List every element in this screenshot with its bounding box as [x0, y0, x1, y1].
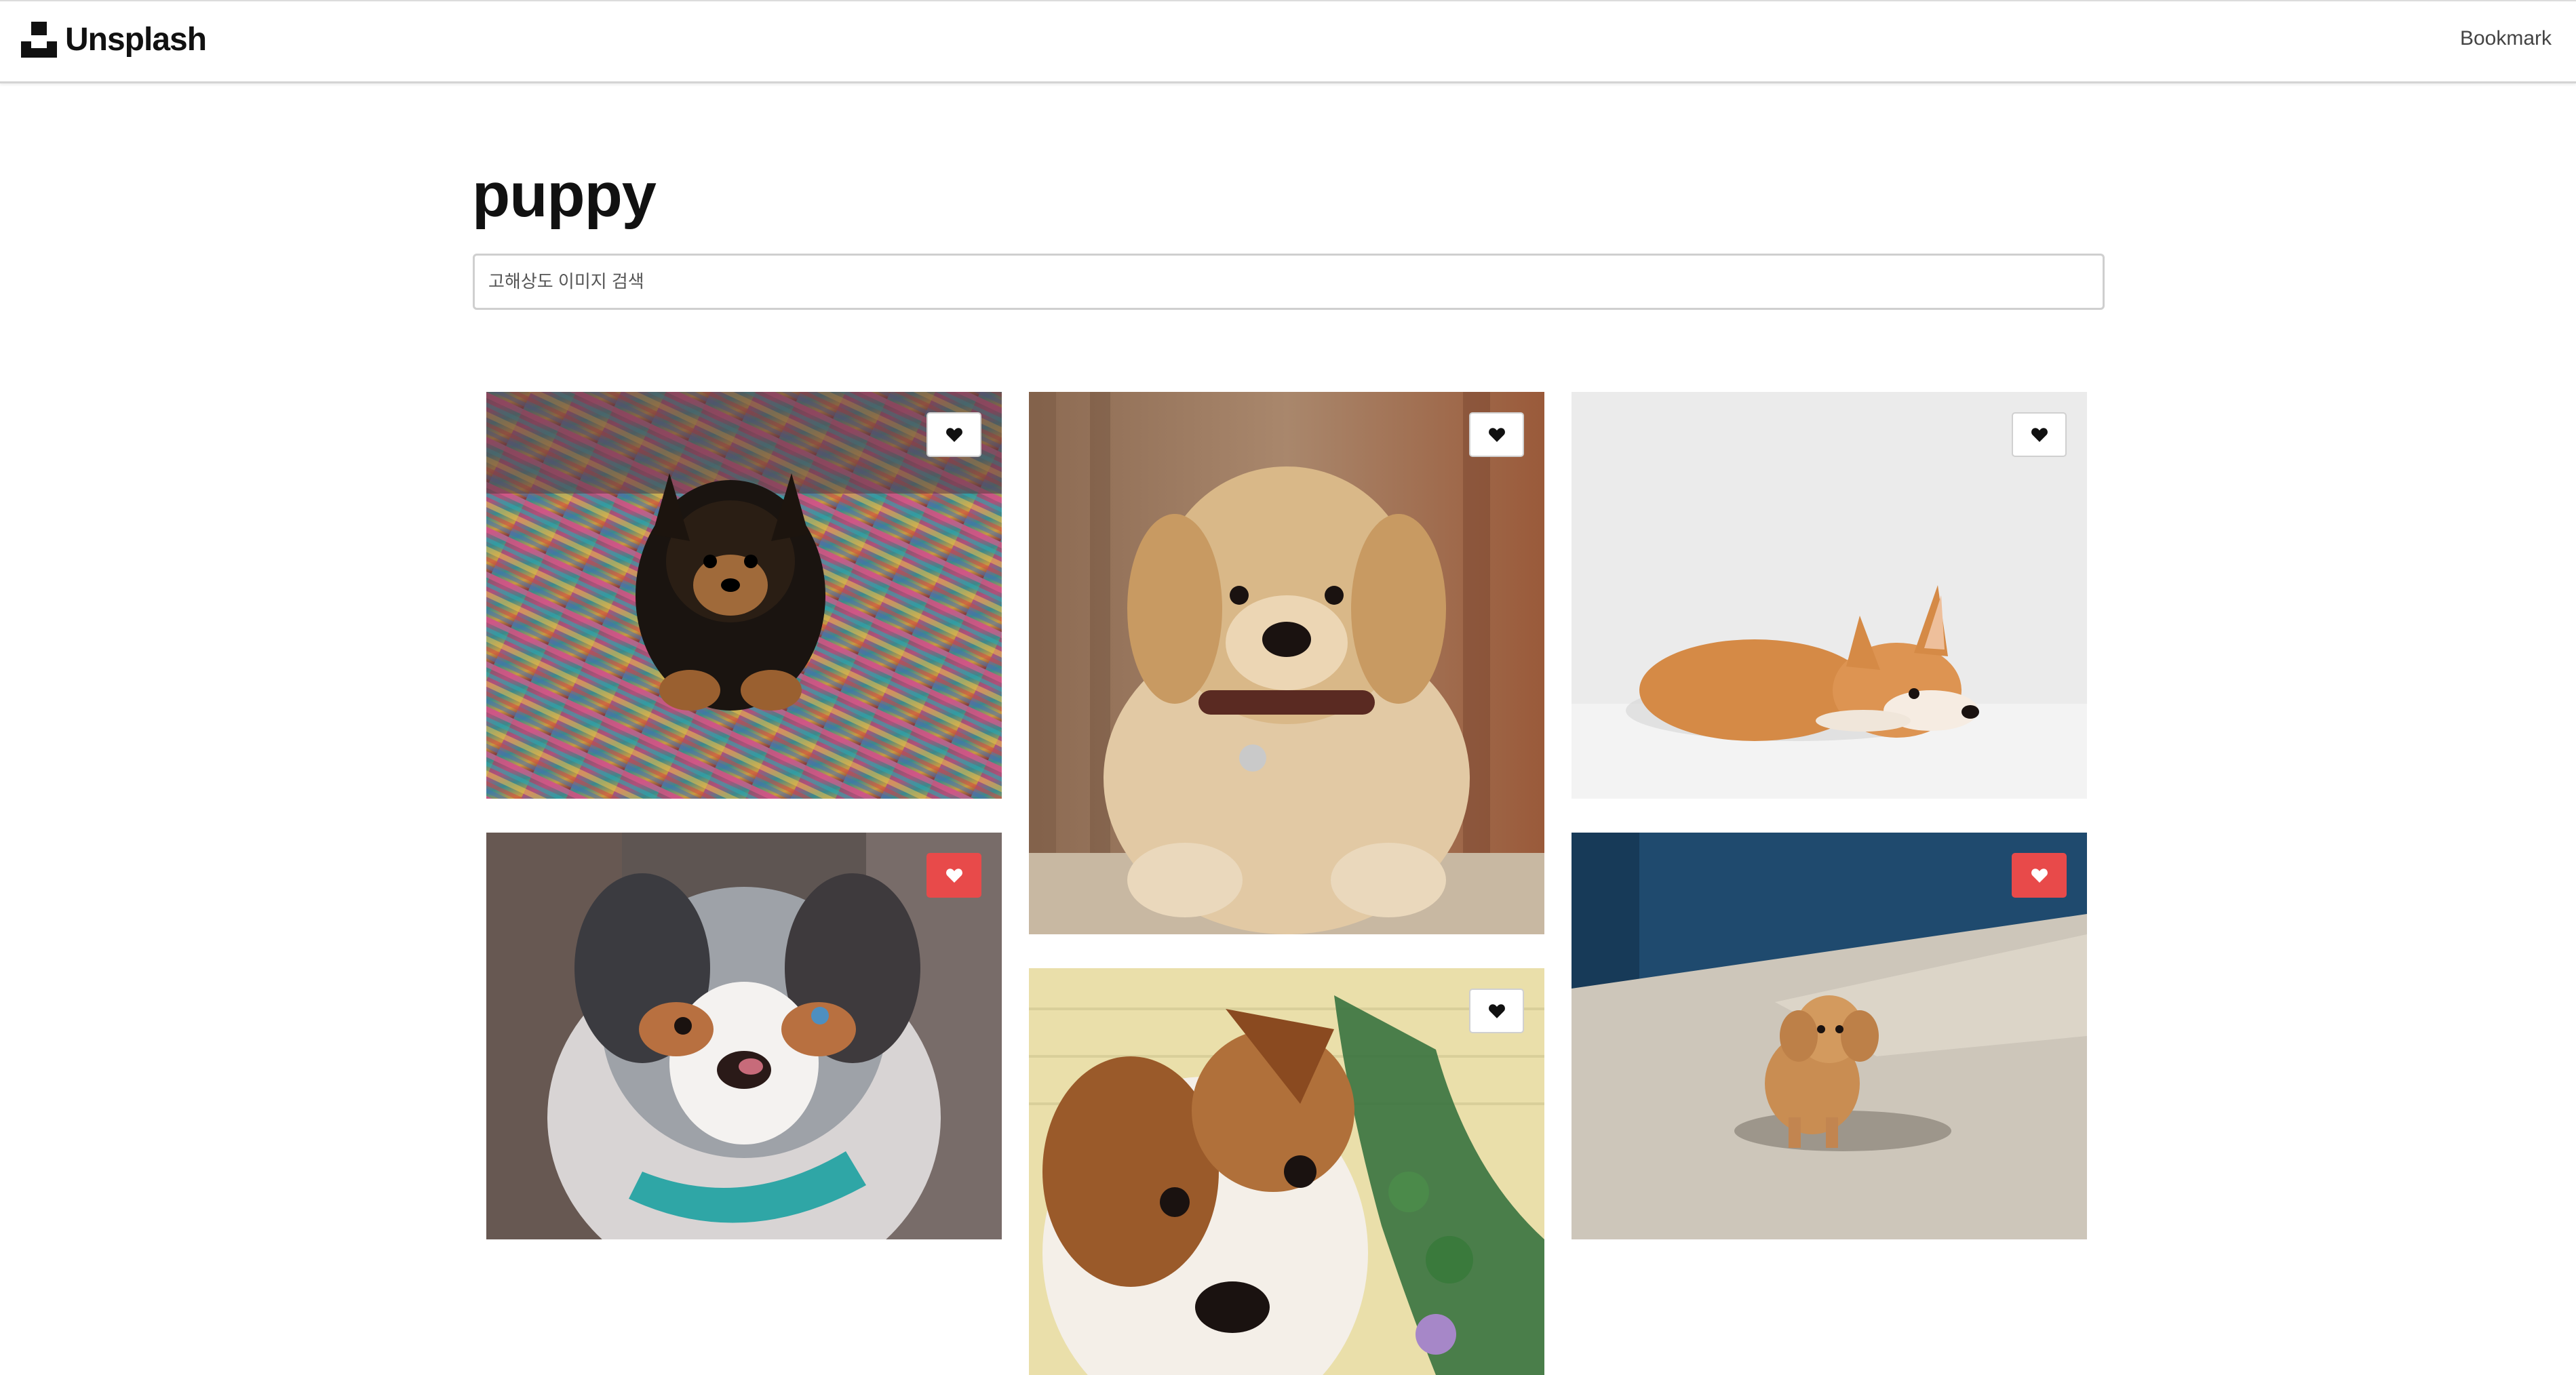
- top-navbar: Unsplash Bookmark: [0, 0, 2576, 83]
- page-title: puppy: [472, 161, 657, 230]
- brand-name: Unsplash: [65, 21, 207, 58]
- unsplash-logo-icon: [21, 21, 57, 58]
- heart-icon: [1488, 1004, 1505, 1018]
- like-button[interactable]: [1469, 989, 1524, 1033]
- like-button[interactable]: [926, 853, 981, 898]
- heart-icon: [2031, 428, 2048, 442]
- heart-icon: [1488, 428, 1505, 442]
- photo-jack-russell-puppy: [1029, 968, 1544, 1375]
- photo-card[interactable]: [1572, 392, 2087, 799]
- photo-golden-retriever-puppy: [1029, 392, 1544, 934]
- like-button[interactable]: [2012, 853, 2067, 898]
- search-input[interactable]: [473, 254, 2105, 310]
- photo-card[interactable]: [486, 833, 1002, 1239]
- bookmark-link[interactable]: Bookmark: [2460, 27, 2552, 50]
- brand-logo[interactable]: Unsplash: [21, 18, 207, 61]
- photo-corgi: [1572, 392, 2087, 799]
- photo-yorkie-puppy: [486, 392, 1002, 799]
- photo-card[interactable]: [1572, 833, 2087, 1239]
- photo-card[interactable]: [486, 392, 1002, 799]
- photo-toy-poodle-puppy: [1572, 833, 2087, 1239]
- like-button[interactable]: [926, 412, 981, 457]
- heart-icon: [2031, 869, 2048, 883]
- heart-icon: [945, 428, 962, 442]
- heart-icon: [945, 869, 962, 883]
- photo-card[interactable]: [1029, 968, 1544, 1375]
- like-button[interactable]: [2012, 412, 2067, 457]
- photo-australian-shepherd-puppy: [486, 833, 1002, 1239]
- like-button[interactable]: [1469, 412, 1524, 457]
- photo-card[interactable]: [1029, 392, 1544, 934]
